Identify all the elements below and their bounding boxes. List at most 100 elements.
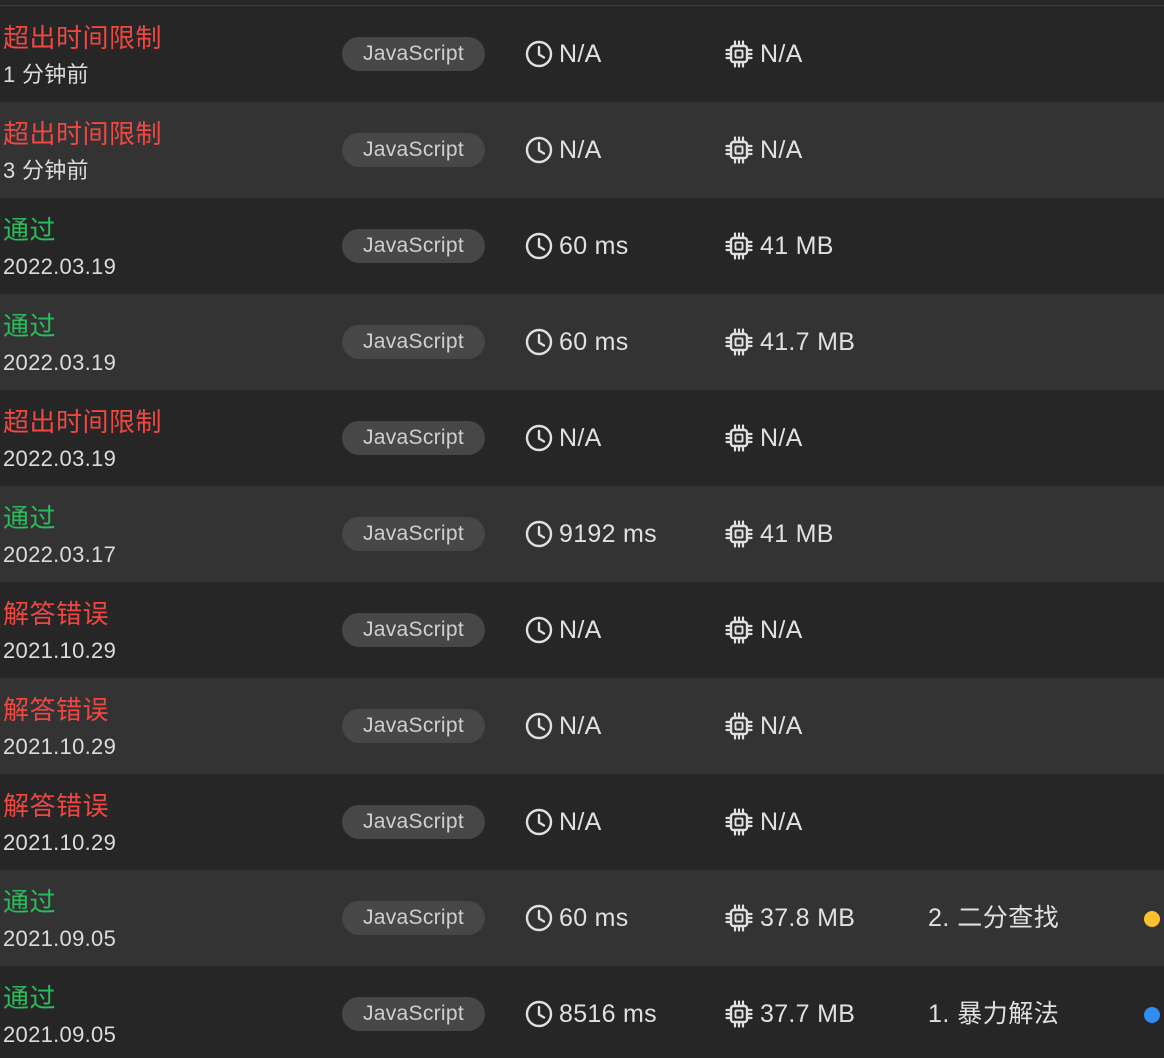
submission-status[interactable]: 解答错误: [3, 695, 109, 725]
submission-status[interactable]: 通过: [3, 215, 56, 245]
memory-value: N/A: [760, 39, 803, 68]
note-color-dot: [1144, 911, 1160, 927]
submission-row[interactable]: 超出时间限制 2022.03.19 JavaScript N/A N/A: [0, 390, 1164, 486]
memory-value: N/A: [760, 807, 803, 836]
runtime-metric: 60 ms: [525, 901, 629, 935]
clock-icon: [525, 1000, 553, 1028]
submission-time: 2022.03.19: [3, 350, 117, 375]
submission-status[interactable]: 超出时间限制: [3, 23, 162, 53]
clock-icon: [525, 520, 553, 548]
memory-value: N/A: [760, 615, 803, 644]
submission-time: 2022.03.19: [3, 254, 117, 279]
clock-icon: [525, 40, 553, 68]
memory-value: N/A: [760, 135, 803, 164]
chip-icon: [725, 40, 753, 68]
chip-icon: [725, 1000, 753, 1028]
memory-value: 41 MB: [760, 231, 834, 260]
memory-metric: N/A: [724, 805, 803, 839]
submission-row[interactable]: 解答错误 2021.10.29 JavaScript N/A N/A: [0, 774, 1164, 870]
runtime-value: 9192 ms: [559, 519, 657, 548]
submission-time: 2021.09.05: [3, 926, 117, 951]
chip-icon: [725, 808, 753, 836]
clock-icon: [525, 328, 553, 356]
clock-icon: [525, 904, 553, 932]
memory-metric: N/A: [724, 133, 803, 167]
submission-row[interactable]: 解答错误 2021.10.29 JavaScript N/A N/A: [0, 678, 1164, 774]
language-badge: JavaScript: [342, 613, 485, 647]
clock-icon: [525, 808, 553, 836]
memory-metric: N/A: [724, 613, 803, 647]
clock-icon: [525, 424, 553, 452]
memory-value: 41 MB: [760, 519, 834, 548]
clock-icon: [525, 616, 553, 644]
submission-time: 2021.10.29: [3, 734, 117, 759]
language-badge: JavaScript: [342, 133, 485, 167]
chip-icon: [725, 232, 753, 260]
runtime-metric: 60 ms: [525, 229, 629, 263]
submission-row[interactable]: 超出时间限制 1 分钟前 JavaScript N/A N/A: [0, 6, 1164, 102]
submission-status[interactable]: 通过: [3, 887, 56, 917]
memory-value: 37.8 MB: [760, 903, 856, 932]
memory-metric: N/A: [724, 709, 803, 743]
submission-status[interactable]: 通过: [3, 983, 56, 1013]
submission-time: 2022.03.19: [3, 446, 117, 471]
memory-metric: N/A: [724, 421, 803, 455]
submission-status[interactable]: 超出时间限制: [3, 119, 162, 149]
runtime-metric: N/A: [525, 37, 602, 71]
runtime-value: N/A: [559, 807, 602, 836]
runtime-metric: N/A: [525, 613, 602, 647]
language-badge: JavaScript: [342, 997, 485, 1031]
runtime-metric: N/A: [525, 421, 602, 455]
submission-row[interactable]: 超出时间限制 3 分钟前 JavaScript N/A N/A: [0, 102, 1164, 198]
submission-status[interactable]: 解答错误: [3, 599, 109, 629]
memory-metric: N/A: [724, 37, 803, 71]
language-badge: JavaScript: [342, 37, 485, 71]
submission-status[interactable]: 通过: [3, 311, 56, 341]
submission-note[interactable]: 2. 二分查找: [928, 901, 1059, 935]
runtime-value: N/A: [559, 135, 602, 164]
runtime-metric: N/A: [525, 805, 602, 839]
runtime-value: N/A: [559, 615, 602, 644]
language-badge: JavaScript: [342, 421, 485, 455]
submission-row[interactable]: 通过 2022.03.17 JavaScript 9192 ms 41 MB: [0, 486, 1164, 582]
chip-icon: [725, 904, 753, 932]
runtime-value: N/A: [559, 39, 602, 68]
submission-row[interactable]: 解答错误 2021.10.29 JavaScript N/A N/A: [0, 582, 1164, 678]
submission-row[interactable]: 通过 2022.03.19 JavaScript 60 ms 41.7 MB: [0, 294, 1164, 390]
runtime-value: N/A: [559, 423, 602, 452]
submission-row[interactable]: 通过 2021.09.05 JavaScript 60 ms 37.8 MB 2…: [0, 870, 1164, 966]
submission-note[interactable]: 1. 暴力解法: [928, 997, 1059, 1031]
clock-icon: [525, 136, 553, 164]
language-badge: JavaScript: [342, 805, 485, 839]
submission-status[interactable]: 通过: [3, 503, 56, 533]
language-badge: JavaScript: [342, 229, 485, 263]
submission-time: 2021.10.29: [3, 638, 117, 663]
runtime-metric: 9192 ms: [525, 517, 657, 551]
submission-time: 2022.03.17: [3, 542, 117, 567]
language-badge: JavaScript: [342, 325, 485, 359]
submission-time: 3 分钟前: [3, 158, 89, 183]
clock-icon: [525, 232, 553, 260]
memory-value: N/A: [760, 711, 803, 740]
chip-icon: [725, 712, 753, 740]
memory-value: N/A: [760, 423, 803, 452]
memory-value: 37.7 MB: [760, 999, 856, 1028]
submission-time: 1 分钟前: [3, 62, 89, 87]
submission-time: 2021.09.05: [3, 1022, 117, 1047]
submission-row[interactable]: 通过 2022.03.19 JavaScript 60 ms 41 MB: [0, 198, 1164, 294]
chip-icon: [725, 328, 753, 356]
language-badge: JavaScript: [342, 517, 485, 551]
submission-status[interactable]: 解答错误: [3, 791, 109, 821]
submission-row[interactable]: 通过 2021.09.05 JavaScript 8516 ms 37.7 MB…: [0, 966, 1164, 1058]
memory-metric: 37.8 MB: [724, 901, 855, 935]
language-badge: JavaScript: [342, 901, 485, 935]
chip-icon: [725, 616, 753, 644]
memory-metric: 41 MB: [724, 517, 834, 551]
memory-metric: 41 MB: [724, 229, 834, 263]
runtime-value: 60 ms: [559, 231, 629, 260]
runtime-metric: 8516 ms: [525, 997, 657, 1031]
chip-icon: [725, 424, 753, 452]
runtime-value: N/A: [559, 711, 602, 740]
submission-status[interactable]: 超出时间限制: [3, 407, 162, 437]
chip-icon: [725, 520, 753, 548]
